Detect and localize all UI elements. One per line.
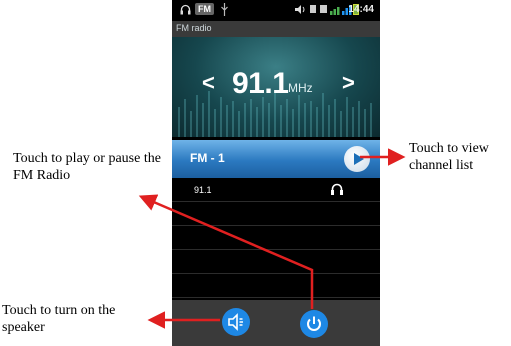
fm-status-badge: FM: [195, 3, 214, 15]
previous-station-button[interactable]: <: [202, 70, 215, 96]
channel-list: 91.1: [172, 178, 380, 300]
current-station-bar[interactable]: FM - 1: [172, 140, 380, 178]
speaker-icon: [228, 313, 243, 331]
station-name: FM - 1: [190, 151, 225, 165]
list-item[interactable]: [172, 250, 380, 274]
list-item[interactable]: [172, 226, 380, 250]
next-station-button[interactable]: >: [342, 70, 355, 96]
bottom-toolbar: [172, 300, 380, 346]
status-bar: FM 14:44: [172, 0, 380, 21]
power-button[interactable]: [300, 310, 328, 338]
speaker-annotation: Touch to turn on the speaker: [2, 303, 116, 335]
speaker-button[interactable]: [222, 308, 250, 336]
status-time: 14:44: [348, 4, 374, 15]
headphone-status-icon: [180, 4, 191, 15]
play-annotation: Touch to play or pause the FM Radio: [13, 151, 161, 183]
app-title: FM radio: [172, 21, 380, 37]
sim-icon: [310, 5, 316, 13]
usb-icon: [221, 3, 228, 16]
sd-card-icon: [320, 5, 327, 13]
list-item[interactable]: [172, 274, 380, 298]
volume-icon: [295, 5, 305, 14]
list-item[interactable]: 91.1: [172, 178, 380, 202]
frequency-unit: MHz: [288, 81, 313, 95]
power-icon: [307, 316, 321, 331]
channel-frequency: 91.1: [194, 185, 212, 195]
tuner-panel: < 91.1 MHz >: [172, 37, 380, 137]
list-item[interactable]: [172, 202, 380, 226]
frequency-display: 91.1: [232, 67, 289, 100]
headphone-icon: [331, 183, 343, 195]
channel-list-button[interactable]: [344, 146, 370, 172]
phone-screen: FM 14:44 FM radio < 91.1 MHz > FM - 1 91…: [172, 0, 380, 346]
channel-list-annotation: Touch to view channel list: [409, 141, 489, 173]
